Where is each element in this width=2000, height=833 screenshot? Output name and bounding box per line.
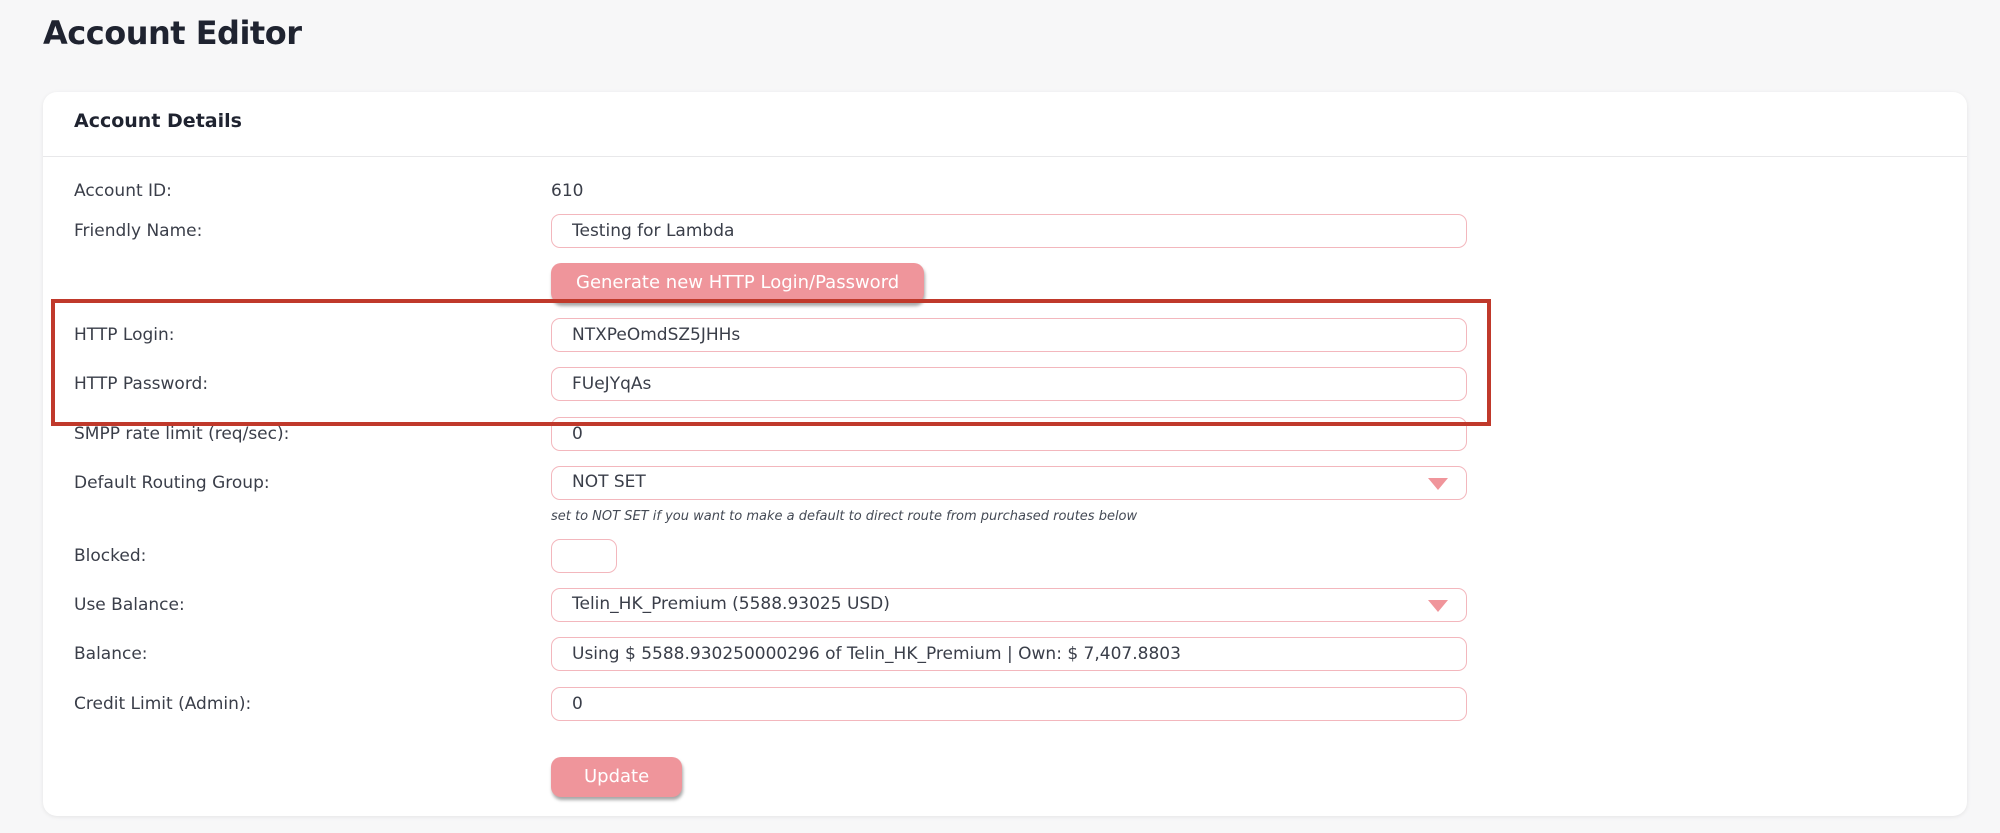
generate-http-credentials-button[interactable]: Generate new HTTP Login/Password xyxy=(551,263,925,303)
credit-limit-label: Credit Limit (Admin): xyxy=(74,694,252,714)
routing-group-select[interactable]: NOT SET xyxy=(551,466,1467,500)
page-title: Account Editor xyxy=(43,14,302,52)
blocked-label: Blocked: xyxy=(74,546,147,566)
friendly-name-input[interactable] xyxy=(551,214,1467,248)
update-button[interactable]: Update xyxy=(551,757,683,797)
use-balance-label: Use Balance: xyxy=(74,595,185,615)
card-header: Account Details xyxy=(43,92,1967,157)
use-balance-select[interactable]: Telin_HK_Premium (5588.93025 USD) xyxy=(551,588,1467,622)
routing-group-value: NOT SET xyxy=(572,472,646,492)
balance-input[interactable] xyxy=(551,637,1467,671)
routing-group-hint: set to NOT SET if you want to make a def… xyxy=(551,509,1138,524)
credit-limit-input[interactable] xyxy=(551,687,1467,721)
http-login-label: HTTP Login: xyxy=(74,325,175,345)
balance-label: Balance: xyxy=(74,644,148,664)
smpp-rate-limit-input[interactable] xyxy=(551,417,1467,451)
friendly-name-label: Friendly Name: xyxy=(74,221,203,241)
chevron-down-icon xyxy=(1428,600,1448,612)
account-details-card: Account Details Account ID: 610 Friendly… xyxy=(43,92,1967,816)
http-login-input[interactable] xyxy=(551,318,1467,352)
chevron-down-icon xyxy=(1428,478,1448,490)
smpp-rate-limit-label: SMPP rate limit (req/sec): xyxy=(74,424,290,444)
use-balance-value: Telin_HK_Premium (5588.93025 USD) xyxy=(572,594,890,614)
http-password-input[interactable] xyxy=(551,367,1467,401)
routing-group-label: Default Routing Group: xyxy=(74,473,270,493)
http-password-label: HTTP Password: xyxy=(74,374,209,394)
account-id-value: 610 xyxy=(551,181,584,201)
card-title: Account Details xyxy=(74,110,242,132)
blocked-checkbox[interactable] xyxy=(551,539,617,573)
account-id-label: Account ID: xyxy=(74,181,172,201)
